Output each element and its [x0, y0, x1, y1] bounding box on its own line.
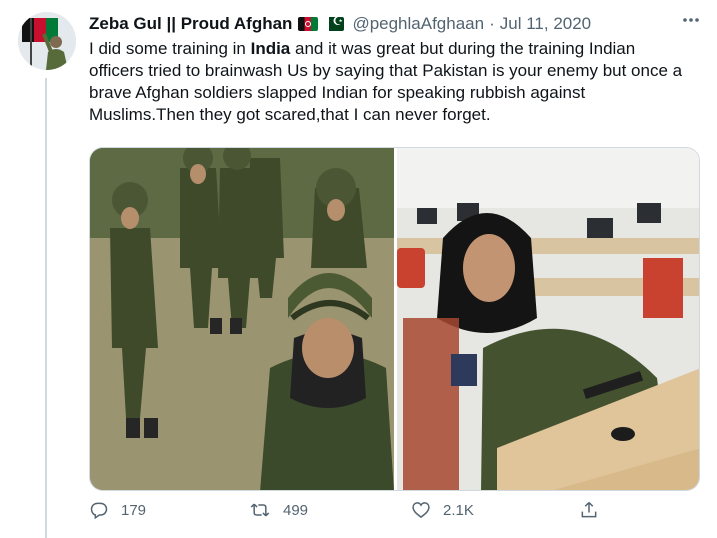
tweet-media — [89, 147, 700, 491]
afghanistan-flag-icon — [298, 17, 319, 31]
tweet-text-bold: India — [250, 39, 291, 58]
like-count: 2.1K — [443, 501, 474, 519]
share-icon — [581, 501, 597, 518]
tweet-text: I did some training in India and it was … — [89, 38, 689, 126]
avatar-image — [18, 12, 76, 70]
reply-icon — [90, 502, 108, 520]
separator-dot: · — [489, 14, 495, 33]
tweet-date[interactable]: Jul 11, 2020 — [500, 14, 591, 34]
soldiers-standing-photo[interactable] — [90, 148, 394, 490]
tweet-actions: 179 499 2.1K — [89, 500, 609, 526]
user-handle[interactable]: @peghlaAfghaan — [352, 14, 484, 34]
tweet-header: Zeba Gul || Proud Afghan @peghlaAfghaan … — [89, 12, 701, 36]
avatar[interactable] — [18, 12, 76, 70]
thread-line — [45, 78, 47, 538]
reply-count: 179 — [121, 501, 147, 519]
soldier-at-computer-photo[interactable] — [397, 148, 699, 490]
more-icon[interactable] — [681, 10, 701, 36]
retweet-count: 499 — [283, 501, 309, 519]
like-icon — [412, 502, 430, 519]
tweet-text-part1: I did some training in — [89, 39, 251, 58]
display-name[interactable]: Zeba Gul || Proud Afghan — [89, 14, 292, 34]
retweet-button[interactable]: 499 — [249, 500, 308, 520]
like-button[interactable]: 2.1K — [411, 500, 474, 520]
reply-button[interactable]: 179 — [89, 500, 146, 520]
retweet-icon — [250, 503, 270, 517]
pakistan-flag-icon — [324, 17, 345, 31]
share-button[interactable] — [579, 500, 611, 520]
